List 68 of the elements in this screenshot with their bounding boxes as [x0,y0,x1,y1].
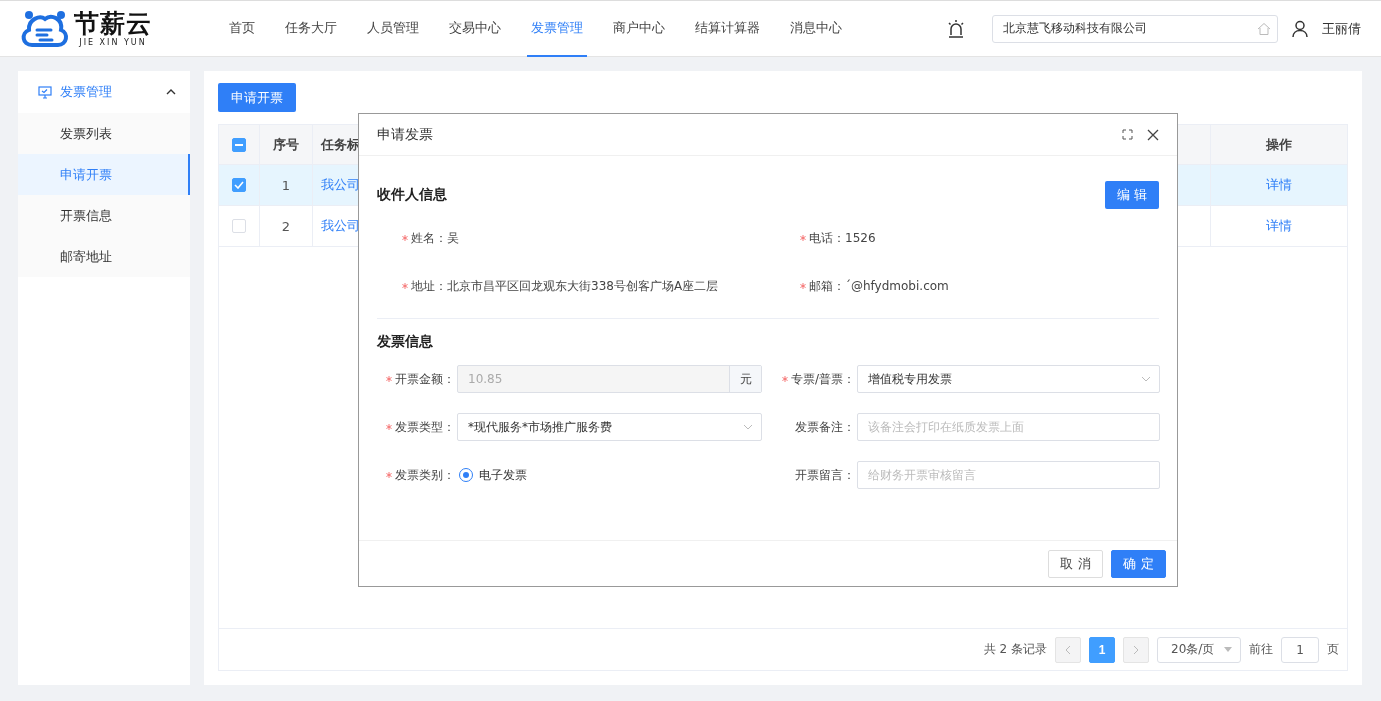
task-link[interactable]: 我公司 [321,176,360,194]
field-label: 开票金额： [395,370,455,388]
nav-tab[interactable]: 人员管理 [363,0,423,57]
details-link[interactable]: 详情 [1266,176,1292,194]
recipient-field: 电话：1526 [809,229,876,247]
field-label: 开票留言： [795,466,855,484]
nav-tab[interactable]: 结算计算器 [691,0,764,57]
cancel-button[interactable]: 取 消 [1048,549,1103,578]
close-icon[interactable] [1147,128,1159,141]
select-field[interactable]: 增值税专用发票 [857,365,1160,393]
nav-tab[interactable]: 商户中心 [609,0,669,57]
home-icon [1257,21,1271,36]
checkbox[interactable] [232,178,246,192]
recipient-field: 地址：北京市昌平区回龙观东大街338号创客广场A座二层 [411,277,719,295]
input-field[interactable]: 给财务开票审核留言 [857,461,1160,489]
table-cell: 2 [281,218,291,234]
nav-tab[interactable]: 交易中心 [445,0,505,57]
column-header: 序号 [273,135,299,154]
goto-label: 前往 [1249,641,1273,658]
sidebar-group[interactable]: 发票管理 [18,71,190,113]
field-label: 发票类别： [395,466,455,484]
page-suffix: 页 [1327,641,1339,658]
alarm-icon[interactable] [946,18,966,39]
chevron-down-icon [743,424,753,430]
nav-tab[interactable]: 任务大厅 [281,0,341,57]
apply-invoice-button[interactable]: 申请开票 [218,83,296,112]
chevron-right-icon [1133,644,1139,655]
chevron-left-icon [1065,644,1071,655]
monitor-icon [38,85,52,99]
dialog-title: 申请发票 [377,125,433,144]
sidebar-item[interactable]: 邮寄地址 [18,236,190,277]
sidebar-item[interactable]: 开票信息 [18,195,190,236]
minus-icon [235,143,243,146]
task-link[interactable]: 我公司 [321,217,360,235]
caret-down-icon [1224,647,1232,652]
field-label: 发票类型： [395,418,455,436]
nav-tab[interactable]: 消息中心 [786,0,846,57]
unit-label: 元 [729,366,761,392]
cloud-logo-icon [20,8,70,49]
recipient-field: 姓名：吴 [411,229,459,247]
field-label: 专票/普票： [790,370,855,388]
brand-subtitle: JIE XIN YUN [79,38,147,47]
user-name: 王丽倩 [1322,19,1361,38]
nav-tab[interactable]: 首页 [225,0,259,57]
column-header: 操作 [1266,135,1292,154]
nav-tab[interactable]: 发票管理 [527,0,587,57]
page-input[interactable]: 1 [1281,636,1319,663]
recipient-field: 邮箱：´@hfydmobi.com [809,277,949,295]
radio-option[interactable]: 电子发票 [457,466,527,484]
total-records: 共 2 条记录 [983,641,1047,658]
brand-name: 节薪云 [74,10,152,38]
table-cell: 1 [281,177,291,193]
field-label: 发票备注： [795,418,855,436]
sidebar-item[interactable]: 申请开票 [18,154,190,195]
company-field[interactable]: 北京慧飞移动科技有限公司 [992,14,1278,43]
chevron-down-icon [1141,376,1151,382]
section-title: 收件人信息 [377,186,447,204]
fullscreen-icon[interactable] [1122,129,1133,140]
chevron-up-icon[interactable] [166,89,176,95]
page-size-select[interactable]: 20条/页 [1157,636,1241,663]
sidebar-item[interactable]: 发票列表 [18,113,190,154]
confirm-button[interactable]: 确 定 [1111,549,1166,578]
edit-button[interactable]: 编 辑 [1105,181,1159,209]
checkbox[interactable] [232,137,246,152]
select-field[interactable]: *现代服务*市场推广服务费 [457,413,762,441]
details-link[interactable]: 详情 [1266,217,1292,235]
section-title: 发票信息 [377,333,433,351]
user-icon[interactable] [1292,19,1308,38]
